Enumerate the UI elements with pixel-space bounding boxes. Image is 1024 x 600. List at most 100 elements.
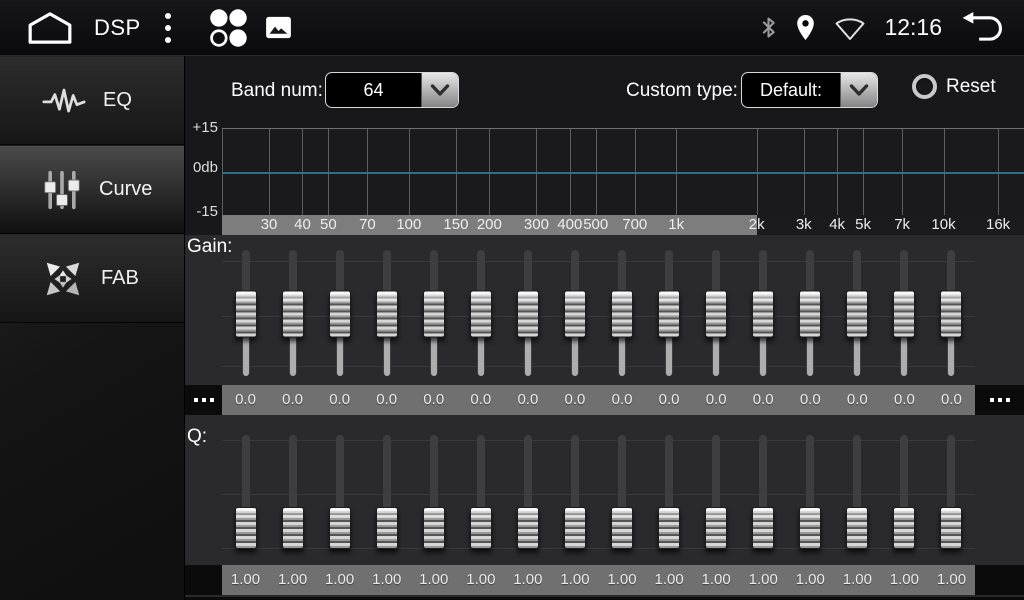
q-slider[interactable] — [410, 435, 457, 549]
slider-thumb[interactable] — [705, 291, 727, 338]
q-slider[interactable] — [693, 435, 740, 549]
gain-slider[interactable] — [693, 250, 740, 378]
slider-thumb[interactable] — [329, 507, 351, 549]
slider-thumb[interactable] — [517, 507, 539, 549]
q-slider[interactable] — [881, 435, 928, 549]
gain-value: 0.0 — [316, 385, 363, 415]
gain-slider[interactable] — [787, 250, 834, 378]
custom-type-value: Default: — [742, 73, 840, 107]
q-slider[interactable] — [928, 435, 975, 549]
slider-thumb[interactable] — [752, 291, 774, 338]
freq-tick-label: 50 — [320, 216, 337, 233]
freq-tick-label: 4k — [829, 216, 845, 233]
gain-slider[interactable] — [316, 250, 363, 378]
reset-radio[interactable] — [912, 74, 937, 99]
q-slider[interactable] — [787, 435, 834, 549]
q-slider[interactable] — [504, 435, 551, 549]
curve-panel: Band num: 64 Custom type: Default: Reset… — [185, 56, 1024, 600]
gain-slider[interactable] — [834, 250, 881, 378]
apps-icon[interactable] — [207, 7, 249, 49]
gain-slider[interactable] — [457, 250, 504, 378]
q-slider[interactable] — [599, 435, 646, 549]
slider-thumb[interactable] — [329, 291, 351, 338]
gallery-icon[interactable] — [265, 16, 292, 39]
freq-tick-label: 3k — [796, 216, 812, 233]
gain-slider[interactable] — [222, 250, 269, 378]
q-slider[interactable] — [646, 435, 693, 549]
gain-more-left-button[interactable] — [185, 385, 222, 415]
reset-control[interactable]: Reset — [912, 74, 996, 99]
slider-thumb[interactable] — [799, 291, 821, 338]
q-values: 1.001.001.001.001.001.001.001.001.001.00… — [222, 565, 975, 595]
slider-thumb[interactable] — [517, 291, 539, 338]
wifi-icon — [834, 15, 866, 41]
custom-type-dropdown[interactable]: Default: — [741, 72, 878, 108]
q-slider[interactable] — [740, 435, 787, 549]
slider-thumb[interactable] — [564, 291, 586, 338]
gain-slider[interactable] — [269, 250, 316, 378]
slider-thumb[interactable] — [846, 291, 868, 338]
gain-more-right-button[interactable] — [975, 385, 1024, 415]
slider-thumb[interactable] — [658, 291, 680, 338]
back-icon[interactable] — [960, 12, 1006, 43]
q-slider[interactable] — [457, 435, 504, 549]
slider-thumb[interactable] — [940, 291, 962, 338]
gain-slider[interactable] — [410, 250, 457, 378]
q-value: 1.00 — [646, 565, 693, 595]
sidebar-item-fab[interactable]: FAB — [0, 234, 184, 323]
slider-thumb[interactable] — [564, 507, 586, 549]
slider-thumb[interactable] — [376, 291, 398, 338]
gain-slider[interactable] — [599, 250, 646, 378]
gain-slider[interactable] — [551, 250, 598, 378]
gain-slider[interactable] — [928, 250, 975, 378]
slider-thumb[interactable] — [611, 291, 633, 338]
slider-thumb[interactable] — [470, 507, 492, 549]
gain-slider[interactable] — [646, 250, 693, 378]
gain-value: 0.0 — [881, 385, 928, 415]
slider-thumb[interactable] — [893, 507, 915, 549]
freq-tick-label: 40 — [294, 216, 311, 233]
chevron-down-icon[interactable] — [421, 73, 458, 107]
gain-slider[interactable] — [504, 250, 551, 378]
slider-thumb[interactable] — [470, 291, 492, 338]
slider-thumb[interactable] — [752, 507, 774, 549]
q-value: 1.00 — [363, 565, 410, 595]
slider-thumb[interactable] — [235, 507, 257, 549]
slider-thumb[interactable] — [235, 291, 257, 338]
gain-slider[interactable] — [363, 250, 410, 378]
slider-thumb[interactable] — [282, 507, 304, 549]
sidebar-item-curve[interactable]: Curve — [0, 145, 184, 234]
slider-thumb[interactable] — [940, 507, 962, 549]
gain-value: 0.0 — [928, 385, 975, 415]
q-slider[interactable] — [316, 435, 363, 549]
fader-balance-icon — [42, 258, 84, 300]
q-slider[interactable] — [551, 435, 598, 549]
q-slider[interactable] — [363, 435, 410, 549]
slider-thumb[interactable] — [376, 507, 398, 549]
q-slider[interactable] — [269, 435, 316, 549]
home-icon[interactable] — [26, 11, 74, 45]
slider-thumb[interactable] — [282, 291, 304, 338]
eq-curve-plot[interactable] — [222, 128, 1024, 215]
band-num-dropdown[interactable]: 64 — [325, 72, 459, 108]
chevron-down-icon[interactable] — [840, 73, 877, 107]
slider-thumb[interactable] — [705, 507, 727, 549]
overflow-menu-icon[interactable] — [163, 11, 173, 45]
gain-value: 0.0 — [222, 385, 269, 415]
slider-thumb[interactable] — [423, 291, 445, 338]
slider-thumb[interactable] — [893, 291, 915, 338]
slider-thumb[interactable] — [423, 507, 445, 549]
slider-thumb[interactable] — [846, 507, 868, 549]
q-slider[interactable] — [222, 435, 269, 549]
sidebar-item-eq[interactable]: EQ — [0, 56, 184, 145]
top-status-bar: DSP — [0, 0, 1024, 56]
q-slider[interactable] — [834, 435, 881, 549]
slider-thumb[interactable] — [611, 507, 633, 549]
q-value: 1.00 — [410, 565, 457, 595]
q-values-row: 1.001.001.001.001.001.001.001.001.001.00… — [185, 565, 1024, 595]
gain-slider[interactable] — [740, 250, 787, 378]
gain-slider[interactable] — [881, 250, 928, 378]
slider-thumb[interactable] — [658, 507, 680, 549]
slider-thumb[interactable] — [799, 507, 821, 549]
app-title: DSP — [94, 15, 141, 41]
